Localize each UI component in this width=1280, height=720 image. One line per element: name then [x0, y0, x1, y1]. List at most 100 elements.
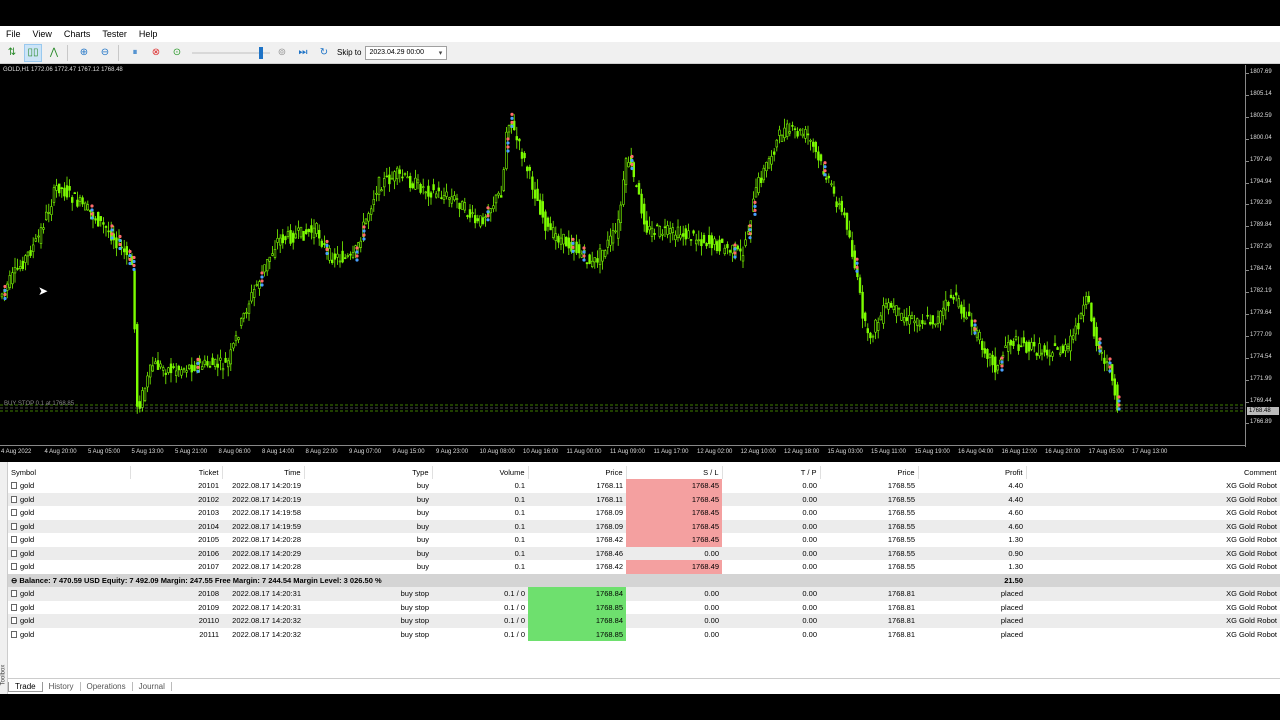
column-header[interactable]: Price — [528, 466, 627, 479]
position-row[interactable]: gold 20102 2022.08.17 14:20:19 buy 0.1 1768.1… — [8, 492, 1280, 506]
price-chart[interactable]: GOLD,H1 1772.06 1772.47 1767.12 1768.48 … — [0, 65, 1280, 461]
menu-view[interactable]: View — [27, 29, 58, 39]
order-doc-icon — [11, 536, 17, 544]
menu-help[interactable]: Help — [133, 29, 164, 39]
position-row[interactable]: gold 20104 2022.08.17 14:19:59 buy 0.1 1768.0… — [8, 519, 1280, 533]
column-header[interactable]: Volume — [432, 466, 529, 479]
tab-journal[interactable]: Journal — [133, 682, 172, 691]
candle-body — [661, 233, 664, 236]
order-row[interactable]: gold 20111 2022.08.17 14:20:32 buy stop 0.1 … — [8, 627, 1280, 641]
candle-body — [232, 343, 235, 349]
candle-body — [263, 264, 266, 273]
play-icon[interactable]: ⊙ — [168, 44, 186, 62]
calendar-dropdown-icon[interactable]: ▾ — [434, 49, 446, 57]
menu-tester[interactable]: Tester — [96, 29, 133, 39]
column-header[interactable]: Type — [304, 466, 433, 479]
candle-body — [791, 125, 794, 127]
trade-marker — [355, 254, 359, 258]
stop-icon[interactable]: ⊗ — [147, 44, 165, 62]
trade-marker — [325, 239, 329, 244]
position-row[interactable]: gold 20105 2022.08.17 14:20:28 buy 0.1 1768.4… — [8, 533, 1280, 547]
table-cell: 20111 — [199, 629, 219, 639]
pause-icon[interactable]: ⏸ — [126, 44, 144, 62]
price-label: 1807.69 — [1250, 69, 1272, 75]
candle-body — [351, 252, 355, 258]
toolbox-sidebar[interactable]: Toolbox — [0, 462, 8, 694]
candle-body — [424, 191, 427, 194]
trade-marker — [748, 232, 752, 236]
candle-body — [765, 162, 768, 172]
trade-marker — [506, 145, 510, 149]
price-tick — [1246, 292, 1249, 293]
trade-marker — [753, 212, 757, 216]
menu-charts[interactable]: Charts — [58, 29, 97, 39]
order-row[interactable]: gold 20110 2022.08.17 14:20:32 buy stop 0.1 … — [8, 614, 1280, 628]
candle-body — [596, 258, 599, 263]
column-header[interactable]: Comment — [1026, 466, 1280, 479]
candle-body — [692, 230, 695, 234]
table-cell: 2022.08.17 14:20:31 — [222, 587, 304, 601]
step-icon[interactable]: ⊚ — [273, 44, 291, 62]
candle-body — [234, 335, 238, 342]
speed-slider-thumb[interactable] — [258, 46, 263, 59]
candle-body — [71, 197, 74, 203]
trade-marker — [3, 284, 7, 289]
skip-forward-icon[interactable]: ⏭ — [294, 44, 312, 62]
tab-trade[interactable]: Trade — [8, 681, 43, 692]
time-label: 4 Aug 20:00 — [44, 449, 77, 455]
column-header[interactable]: Ticket — [130, 466, 223, 479]
trade-marker — [506, 137, 510, 141]
candle-body — [793, 128, 797, 130]
table-cell: 1768.55 — [887, 508, 915, 518]
skip-to-icon[interactable]: ↻ — [315, 44, 333, 62]
order-row[interactable]: gold 20108 2022.08.17 14:20:31 buy stop 0.1 … — [8, 587, 1280, 601]
candles-icon[interactable]: ▯▯ — [24, 43, 42, 62]
candle-body — [55, 185, 58, 191]
tab-operations[interactable]: Operations — [81, 682, 133, 691]
position-row[interactable]: gold 20106 2022.08.17 14:20:29 buy 0.1 1768.4… — [8, 546, 1280, 560]
position-row[interactable]: gold 20101 2022.08.17 14:20:19 buy 0.1 1768.1… — [8, 479, 1280, 493]
trade-marker — [486, 214, 490, 218]
table-cell: 1768.81 — [820, 587, 918, 601]
candle-body — [1085, 296, 1088, 305]
candle-body — [702, 235, 706, 243]
candle-body — [395, 167, 399, 180]
position-row[interactable]: gold 20107 2022.08.17 14:20:28 buy 0.1 1768.4… — [8, 560, 1280, 574]
column-header[interactable]: Time — [222, 466, 305, 479]
candle-body — [211, 357, 214, 366]
candle-body — [328, 248, 331, 261]
candle-body — [450, 196, 453, 204]
candle-body — [536, 188, 539, 202]
skip-date-picker[interactable]: 2023.04.29 00:00 ▾ — [365, 45, 448, 60]
column-header[interactable]: T / P — [722, 466, 821, 479]
position-row[interactable]: gold 20103 2022.08.17 14:19:58 buy 0.1 1768.0… — [8, 506, 1280, 520]
column-header[interactable]: Profit — [918, 466, 1027, 479]
trade-marker — [630, 162, 634, 167]
table-cell: 1768.85 — [528, 600, 626, 614]
candle-body — [783, 127, 786, 138]
table-cell: 0.00 — [802, 562, 817, 572]
line-chart-icon[interactable]: ⋀ — [45, 44, 63, 62]
tab-history[interactable]: History — [43, 682, 81, 691]
trade-marker — [973, 327, 977, 331]
table-cell: 1768.81 — [887, 629, 915, 639]
chart-mode-icon[interactable]: ⇅ — [3, 44, 21, 62]
column-header[interactable]: Symbol — [8, 466, 131, 479]
trade-marker — [823, 165, 827, 169]
time-label: 16 Aug 04:00 — [958, 449, 994, 455]
column-header[interactable]: S / L — [626, 466, 723, 479]
candle-body — [554, 233, 558, 241]
candle-body — [16, 267, 19, 270]
candle-body — [549, 223, 552, 231]
trade-marker — [753, 208, 757, 212]
order-row[interactable]: gold 20109 2022.08.17 14:20:31 buy stop 0.1 … — [8, 600, 1280, 614]
candle-body — [349, 253, 352, 256]
menu-file[interactable]: File — [0, 29, 27, 39]
zoom-in-icon[interactable]: ⊕ — [75, 44, 93, 62]
column-header[interactable]: Price — [820, 466, 919, 479]
candle-body — [201, 366, 204, 370]
speed-slider[interactable] — [192, 45, 270, 61]
time-label: 10 Aug 16:00 — [523, 449, 559, 455]
candle-body — [159, 363, 162, 368]
zoom-out-icon[interactable]: ⊖ — [96, 44, 114, 62]
